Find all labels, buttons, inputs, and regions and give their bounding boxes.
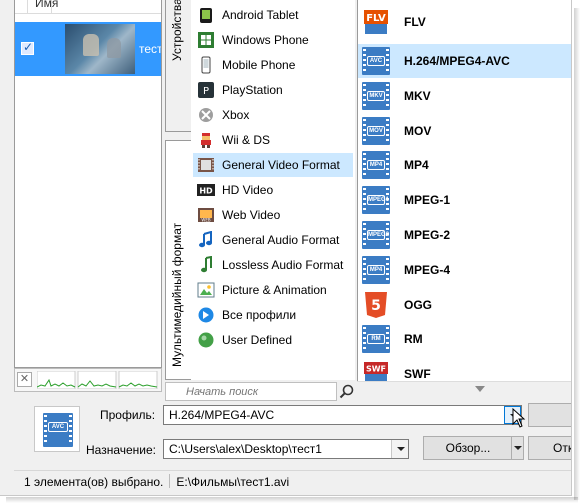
mpeg4-film-icon: MP4 — [362, 256, 390, 284]
open-button[interactable]: Отк — [528, 436, 571, 460]
avc-film-icon: AVC — [43, 413, 73, 447]
html5-icon: 5 — [362, 291, 390, 319]
svg-text:WEB: WEB — [201, 218, 210, 223]
category-item-user-defined[interactable]: User Defined — [193, 328, 353, 352]
close-icon[interactable]: ✕ — [17, 372, 32, 387]
mpeg1-film-icon: MPEG1 — [362, 186, 390, 214]
green-circle-icon — [197, 331, 215, 349]
chevron-down-icon[interactable] — [391, 440, 408, 458]
profile-select[interactable]: H.264/MPEG4-AVC — [163, 405, 522, 425]
format-item-swf[interactable]: SWF SWF — [358, 357, 571, 381]
waveform-strip: ✕ — [14, 368, 162, 392]
browse-button[interactable]: Обзор... — [423, 436, 513, 460]
format-item-mpeg-4[interactable]: MP4 MPEG-4 — [358, 253, 571, 287]
playstation-icon: P — [197, 81, 215, 99]
hd-icon: HD — [197, 181, 215, 199]
lossless-note-icon — [197, 255, 215, 274]
format-item-ogg[interactable]: 5 OGG — [358, 288, 571, 322]
browse-dropdown-button[interactable] — [511, 436, 524, 460]
file-checkbox[interactable] — [21, 40, 34, 55]
android-icon — [197, 6, 215, 24]
format-item-mpeg-1[interactable]: MPEG1 MPEG-1 — [358, 183, 571, 217]
svg-text:SWF: SWF — [366, 365, 386, 374]
svg-text:P: P — [203, 86, 209, 97]
destination-select[interactable]: C:\Users\alex\Desktop\тест1 — [163, 439, 409, 459]
format-item-flv[interactable]: FLV FLV — [358, 5, 571, 39]
file-list-header: Имя — [15, 0, 161, 14]
vertical-tab-strip: Устройства Мультимедийный формат — [165, 0, 191, 380]
avc-film-icon: AVC — [362, 47, 390, 75]
format-list: FLV FLV AVC H.264/MPEG4-AVC MKV MKV MOV … — [357, 0, 571, 381]
format-item-mpeg-2[interactable]: MPEG2 MPEG-2 — [358, 218, 571, 252]
xbox-icon — [197, 106, 215, 124]
film-icon — [197, 156, 215, 174]
flv-icon: FLV — [362, 8, 390, 36]
category-item-general-video-format[interactable]: General Video Format — [193, 153, 353, 177]
mpeg2-film-icon: MPEG2 — [362, 221, 390, 249]
tab-multimedia-format[interactable]: Мультимедийный формат — [165, 140, 191, 380]
search-input[interactable] — [166, 383, 336, 400]
tab-multimedia-format-label: Мультимедийный формат — [170, 222, 184, 367]
format-item-h264-mpeg4-avc[interactable]: AVC H.264/MPEG4-AVC — [358, 44, 571, 78]
mov-film-icon: MOV — [362, 117, 390, 145]
bottom-panel: AVC Профиль: H.264/MPEG4-AVC Назначение:… — [14, 401, 571, 471]
mp4-film-icon: MP4 — [362, 151, 390, 179]
svg-text:HD: HD — [199, 187, 213, 196]
status-selected-count: 1 элемента(ов) выбрано. — [24, 475, 164, 489]
mkv-film-icon: MKV — [362, 82, 390, 110]
main-window: Имя тест1 ✕ Устройства Мультимедийный фо… — [0, 0, 572, 496]
format-list-scroll[interactable] — [357, 381, 571, 396]
category-item-xbox[interactable]: Xbox — [193, 103, 353, 127]
category-item-lossless-audio-format[interactable]: Lossless Audio Format — [193, 253, 353, 277]
category-item-hd-video[interactable]: HD HD Video — [193, 178, 353, 202]
file-row[interactable]: тест1 — [15, 22, 162, 76]
mario-icon — [197, 131, 215, 149]
rm-film-icon: RM — [362, 325, 390, 353]
file-name: тест1 — [139, 42, 162, 56]
arrow-right-icon — [197, 306, 215, 324]
category-item-wii-ds[interactable]: Wii & DS — [193, 128, 353, 152]
file-list[interactable]: Имя тест1 — [14, 0, 162, 368]
format-item-mkv[interactable]: MKV MKV — [358, 79, 571, 113]
status-bar: 1 элемента(ов) выбрано. E:\Фильмы\тест1.a… — [14, 470, 571, 492]
windows-icon — [197, 31, 215, 49]
tab-devices[interactable]: Устройства — [165, 0, 191, 132]
format-item-rm[interactable]: RM RM — [358, 322, 571, 356]
web-video-icon: WEB — [197, 206, 215, 224]
tab-devices-label: Устройства — [170, 0, 184, 61]
category-item-picture-animation[interactable]: Picture & Animation — [193, 278, 353, 302]
column-header-name[interactable]: Имя — [35, 0, 58, 10]
mouse-cursor-icon — [512, 408, 526, 428]
destination-label: Назначение: — [86, 443, 157, 457]
search-box[interactable] — [165, 382, 337, 401]
mobile-phone-icon — [197, 56, 215, 74]
picture-icon — [197, 281, 215, 299]
category-item-general-audio-format[interactable]: General Audio Format — [193, 228, 353, 252]
svg-text:FLV: FLV — [366, 13, 386, 24]
waveform-icon — [37, 371, 158, 389]
search-icon[interactable] — [339, 384, 355, 400]
category-list: Android Tablet Windows Phone Mobile Phon… — [191, 0, 355, 380]
destination-select-value: C:\Users\alex\Desktop\тест1 — [169, 442, 322, 456]
category-item-windows-phone[interactable]: Windows Phone — [193, 28, 353, 52]
format-item-mp4[interactable]: MP4 MP4 — [358, 148, 571, 182]
category-item-web-video[interactable]: WEB Web Video — [193, 203, 353, 227]
settings-button[interactable] — [528, 403, 571, 427]
category-item-playstation[interactable]: P PlayStation — [193, 78, 353, 102]
video-thumbnail — [65, 24, 135, 74]
scroll-down-icon[interactable] — [475, 386, 485, 392]
svg-text:5: 5 — [371, 298, 381, 314]
category-item-mobile-phone[interactable]: Mobile Phone — [193, 53, 353, 77]
profile-preview-icon: AVC — [34, 406, 80, 452]
profile-select-value: H.264/MPEG4-AVC — [169, 408, 275, 422]
profile-label: Профиль: — [100, 408, 156, 422]
format-item-mov[interactable]: MOV MOV — [358, 114, 571, 148]
category-item-android-tablet[interactable]: Android Tablet — [193, 3, 353, 27]
swf-icon: SWF — [362, 360, 390, 381]
category-item-all-profiles[interactable]: Все профили — [193, 303, 353, 327]
status-file-path: E:\Фильмы\тест1.avi — [176, 475, 290, 489]
music-note-icon — [197, 230, 215, 249]
